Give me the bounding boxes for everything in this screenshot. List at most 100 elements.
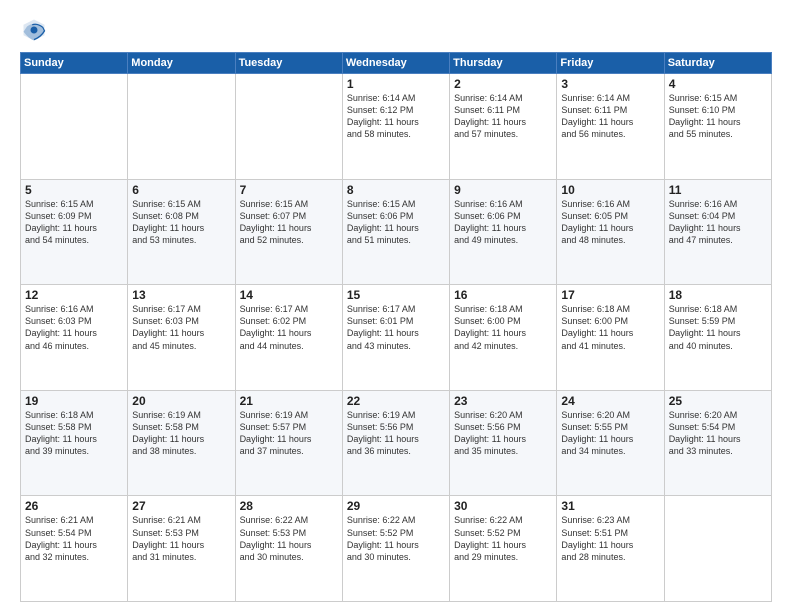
calendar-table: SundayMondayTuesdayWednesdayThursdayFrid… [20,52,772,602]
weekday-header-friday: Friday [557,53,664,74]
calendar-cell: 13Sunrise: 6:17 AM Sunset: 6:03 PM Dayli… [128,285,235,391]
day-number: 19 [25,394,123,408]
day-info: Sunrise: 6:21 AM Sunset: 5:54 PM Dayligh… [25,514,123,563]
day-number: 28 [240,499,338,513]
day-info: Sunrise: 6:18 AM Sunset: 5:59 PM Dayligh… [669,303,767,352]
day-number: 26 [25,499,123,513]
day-number: 21 [240,394,338,408]
calendar-cell: 26Sunrise: 6:21 AM Sunset: 5:54 PM Dayli… [21,496,128,602]
day-number: 6 [132,183,230,197]
day-number: 18 [669,288,767,302]
day-info: Sunrise: 6:16 AM Sunset: 6:03 PM Dayligh… [25,303,123,352]
week-row-5: 26Sunrise: 6:21 AM Sunset: 5:54 PM Dayli… [21,496,772,602]
day-info: Sunrise: 6:18 AM Sunset: 6:00 PM Dayligh… [561,303,659,352]
day-info: Sunrise: 6:22 AM Sunset: 5:53 PM Dayligh… [240,514,338,563]
day-number: 5 [25,183,123,197]
calendar-cell: 12Sunrise: 6:16 AM Sunset: 6:03 PM Dayli… [21,285,128,391]
day-number: 15 [347,288,445,302]
day-number: 11 [669,183,767,197]
day-number: 1 [347,77,445,91]
day-info: Sunrise: 6:16 AM Sunset: 6:05 PM Dayligh… [561,198,659,247]
calendar-cell: 31Sunrise: 6:23 AM Sunset: 5:51 PM Dayli… [557,496,664,602]
day-info: Sunrise: 6:14 AM Sunset: 6:12 PM Dayligh… [347,92,445,141]
calendar-cell [21,74,128,180]
calendar-cell: 14Sunrise: 6:17 AM Sunset: 6:02 PM Dayli… [235,285,342,391]
day-number: 31 [561,499,659,513]
calendar-cell: 19Sunrise: 6:18 AM Sunset: 5:58 PM Dayli… [21,390,128,496]
logo-icon [20,16,48,44]
weekday-header-monday: Monday [128,53,235,74]
day-info: Sunrise: 6:19 AM Sunset: 5:58 PM Dayligh… [132,409,230,458]
day-info: Sunrise: 6:20 AM Sunset: 5:56 PM Dayligh… [454,409,552,458]
day-number: 24 [561,394,659,408]
day-info: Sunrise: 6:15 AM Sunset: 6:06 PM Dayligh… [347,198,445,247]
day-number: 14 [240,288,338,302]
calendar-cell: 10Sunrise: 6:16 AM Sunset: 6:05 PM Dayli… [557,179,664,285]
day-info: Sunrise: 6:16 AM Sunset: 6:04 PM Dayligh… [669,198,767,247]
calendar-cell: 23Sunrise: 6:20 AM Sunset: 5:56 PM Dayli… [450,390,557,496]
calendar-cell [235,74,342,180]
day-number: 2 [454,77,552,91]
day-number: 8 [347,183,445,197]
day-number: 27 [132,499,230,513]
week-row-4: 19Sunrise: 6:18 AM Sunset: 5:58 PM Dayli… [21,390,772,496]
weekday-header-row: SundayMondayTuesdayWednesdayThursdayFrid… [21,53,772,74]
calendar-cell: 9Sunrise: 6:16 AM Sunset: 6:06 PM Daylig… [450,179,557,285]
day-number: 7 [240,183,338,197]
header [20,16,772,44]
day-info: Sunrise: 6:15 AM Sunset: 6:10 PM Dayligh… [669,92,767,141]
calendar-cell: 21Sunrise: 6:19 AM Sunset: 5:57 PM Dayli… [235,390,342,496]
day-number: 12 [25,288,123,302]
day-info: Sunrise: 6:15 AM Sunset: 6:09 PM Dayligh… [25,198,123,247]
day-info: Sunrise: 6:18 AM Sunset: 5:58 PM Dayligh… [25,409,123,458]
day-number: 17 [561,288,659,302]
day-info: Sunrise: 6:22 AM Sunset: 5:52 PM Dayligh… [454,514,552,563]
calendar-cell: 20Sunrise: 6:19 AM Sunset: 5:58 PM Dayli… [128,390,235,496]
day-info: Sunrise: 6:15 AM Sunset: 6:07 PM Dayligh… [240,198,338,247]
weekday-header-saturday: Saturday [664,53,771,74]
weekday-header-wednesday: Wednesday [342,53,449,74]
day-info: Sunrise: 6:14 AM Sunset: 6:11 PM Dayligh… [454,92,552,141]
day-info: Sunrise: 6:17 AM Sunset: 6:01 PM Dayligh… [347,303,445,352]
calendar-cell: 22Sunrise: 6:19 AM Sunset: 5:56 PM Dayli… [342,390,449,496]
day-number: 22 [347,394,445,408]
day-info: Sunrise: 6:14 AM Sunset: 6:11 PM Dayligh… [561,92,659,141]
day-info: Sunrise: 6:23 AM Sunset: 5:51 PM Dayligh… [561,514,659,563]
day-number: 23 [454,394,552,408]
calendar-cell [664,496,771,602]
day-info: Sunrise: 6:15 AM Sunset: 6:08 PM Dayligh… [132,198,230,247]
calendar-cell: 16Sunrise: 6:18 AM Sunset: 6:00 PM Dayli… [450,285,557,391]
day-number: 30 [454,499,552,513]
calendar-cell: 24Sunrise: 6:20 AM Sunset: 5:55 PM Dayli… [557,390,664,496]
week-row-2: 5Sunrise: 6:15 AM Sunset: 6:09 PM Daylig… [21,179,772,285]
day-info: Sunrise: 6:20 AM Sunset: 5:55 PM Dayligh… [561,409,659,458]
week-row-3: 12Sunrise: 6:16 AM Sunset: 6:03 PM Dayli… [21,285,772,391]
calendar-cell: 3Sunrise: 6:14 AM Sunset: 6:11 PM Daylig… [557,74,664,180]
calendar-cell: 4Sunrise: 6:15 AM Sunset: 6:10 PM Daylig… [664,74,771,180]
day-info: Sunrise: 6:18 AM Sunset: 6:00 PM Dayligh… [454,303,552,352]
day-number: 13 [132,288,230,302]
day-number: 16 [454,288,552,302]
calendar-cell: 1Sunrise: 6:14 AM Sunset: 6:12 PM Daylig… [342,74,449,180]
day-info: Sunrise: 6:17 AM Sunset: 6:02 PM Dayligh… [240,303,338,352]
day-info: Sunrise: 6:19 AM Sunset: 5:57 PM Dayligh… [240,409,338,458]
calendar-cell: 6Sunrise: 6:15 AM Sunset: 6:08 PM Daylig… [128,179,235,285]
day-number: 20 [132,394,230,408]
calendar-cell: 7Sunrise: 6:15 AM Sunset: 6:07 PM Daylig… [235,179,342,285]
calendar-cell: 8Sunrise: 6:15 AM Sunset: 6:06 PM Daylig… [342,179,449,285]
weekday-header-tuesday: Tuesday [235,53,342,74]
page: SundayMondayTuesdayWednesdayThursdayFrid… [0,0,792,612]
day-info: Sunrise: 6:19 AM Sunset: 5:56 PM Dayligh… [347,409,445,458]
calendar-cell: 30Sunrise: 6:22 AM Sunset: 5:52 PM Dayli… [450,496,557,602]
calendar-cell: 11Sunrise: 6:16 AM Sunset: 6:04 PM Dayli… [664,179,771,285]
calendar-cell: 28Sunrise: 6:22 AM Sunset: 5:53 PM Dayli… [235,496,342,602]
day-info: Sunrise: 6:21 AM Sunset: 5:53 PM Dayligh… [132,514,230,563]
calendar-cell: 27Sunrise: 6:21 AM Sunset: 5:53 PM Dayli… [128,496,235,602]
calendar-cell: 15Sunrise: 6:17 AM Sunset: 6:01 PM Dayli… [342,285,449,391]
calendar-cell: 5Sunrise: 6:15 AM Sunset: 6:09 PM Daylig… [21,179,128,285]
calendar-cell: 29Sunrise: 6:22 AM Sunset: 5:52 PM Dayli… [342,496,449,602]
weekday-header-sunday: Sunday [21,53,128,74]
week-row-1: 1Sunrise: 6:14 AM Sunset: 6:12 PM Daylig… [21,74,772,180]
day-number: 4 [669,77,767,91]
weekday-header-thursday: Thursday [450,53,557,74]
